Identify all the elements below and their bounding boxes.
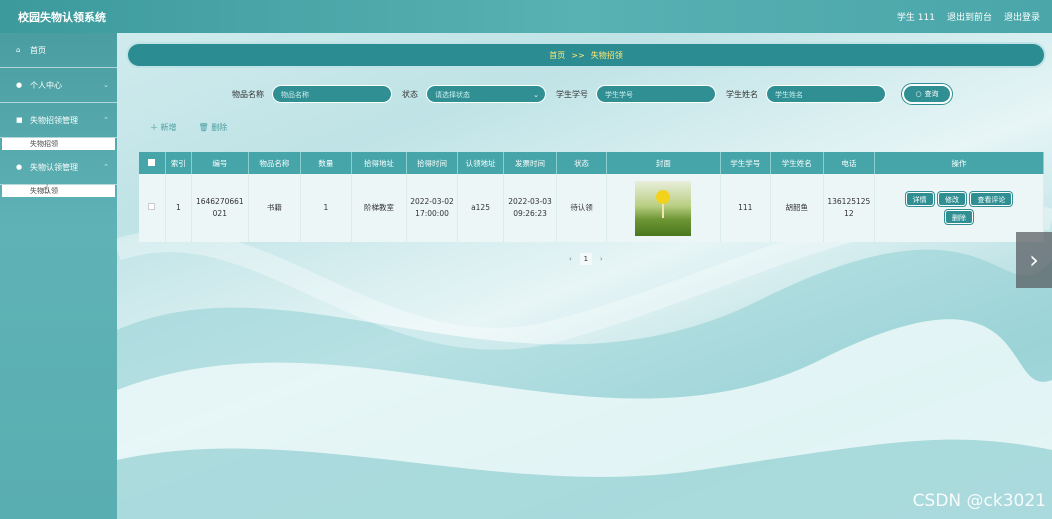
- breadcrumb-home[interactable]: 首页: [549, 50, 565, 61]
- column-header: 状态: [556, 152, 608, 174]
- cell-claim-address: a125: [457, 174, 505, 242]
- search-button-label: 查询: [924, 90, 939, 98]
- column-header: 数量: [300, 152, 352, 174]
- sidebar-item-label: 失物认领管理: [30, 162, 78, 172]
- sidebar-item-lost-found[interactable]: ■ 失物招领管理 ⌃: [0, 103, 117, 138]
- logout-link[interactable]: 退出登录: [1004, 10, 1040, 23]
- top-bar: 校园失物认领系统 学生 111 退出到前台 退出登录: [0, 0, 1052, 33]
- cell-publish-time: 2022-03-03 09:26:23: [503, 174, 557, 242]
- background-wave: [113, 199, 1052, 519]
- chevron-up-icon: ⌃: [103, 163, 109, 171]
- batch-delete-button[interactable]: 🗑 删除: [199, 122, 228, 133]
- search-button[interactable]: ○ 查询: [902, 84, 952, 104]
- column-header: 学生学号: [720, 152, 772, 174]
- app-title: 校园失物认领系统: [18, 11, 106, 24]
- user-icon: ●: [16, 81, 23, 89]
- pagination: ‹ 1 ›: [569, 253, 603, 265]
- breadcrumb-separator: >>: [571, 50, 585, 60]
- user-icon: ●: [16, 163, 23, 171]
- table-header-row: 索引 编号 物品名称 数量 拾得地址 拾得时间 认领地址 发票时间 状态 封面 …: [139, 152, 1044, 174]
- add-button-label: 新增: [160, 123, 177, 132]
- sidebar-item-label: 个人中心: [30, 80, 62, 90]
- delete-button[interactable]: 删除: [945, 210, 974, 224]
- column-header: 封面: [606, 152, 721, 174]
- cell-code: 1646270661021: [191, 174, 249, 242]
- column-header: 电话: [823, 152, 876, 174]
- home-icon: ⌂: [16, 46, 21, 54]
- search-icon: ○: [915, 90, 922, 98]
- back-to-front-link[interactable]: 退出到前台: [947, 10, 992, 23]
- student-no-label: 学生学号: [556, 89, 588, 99]
- sidebar-item-claim[interactable]: ● 失物认领管理 ⌃: [0, 150, 117, 185]
- column-header: 索引: [165, 152, 193, 174]
- sidebar: ⌂ 首页 ● 个人中心 ⌄ ■ 失物招领管理 ⌃ 失物招领 ● 失物认领管理 ⌃…: [0, 33, 117, 519]
- chevron-up-icon: ⌃: [103, 116, 109, 124]
- view-comments-button[interactable]: 查看评论: [970, 192, 1013, 206]
- status-select[interactable]: 请选择状态 ⌄: [426, 85, 546, 103]
- add-button[interactable]: ＋ 新增: [150, 122, 177, 133]
- row-checkbox[interactable]: [139, 174, 166, 242]
- column-header: 发票时间: [503, 152, 557, 174]
- sidebar-item-home[interactable]: ⌂ 首页: [0, 33, 117, 68]
- cell-student-no: 111: [720, 174, 772, 242]
- sidebar-item-label: 失物招领管理: [30, 115, 78, 125]
- sidebar-item-label: 首页: [30, 45, 46, 55]
- next-page-button[interactable]: ›: [600, 255, 603, 263]
- column-header: 拾得地址: [351, 152, 408, 174]
- briefcase-icon: ■: [16, 116, 23, 124]
- user-label: 学生 111: [896, 13, 935, 23]
- hand-cursor-icon: ☝: [42, 182, 50, 196]
- column-header: 物品名称: [248, 152, 302, 174]
- watermark: CSDN @ck3021: [912, 491, 1046, 511]
- chevron-right-icon[interactable]: ›: [1016, 232, 1052, 288]
- table-row: 1 1646270661021 书籍 1 阶梯教室 2022-03-02 17:…: [139, 174, 1044, 242]
- chevron-down-icon: ⌄: [103, 81, 109, 89]
- chevron-down-icon: ⌄: [533, 91, 539, 99]
- cell-found-time: 2022-03-02 17:00:00: [406, 174, 458, 242]
- status-label: 状态: [402, 89, 418, 99]
- action-toolbar: ＋ 新增 🗑 删除: [150, 122, 227, 133]
- trash-icon: 🗑: [198, 123, 209, 132]
- student-no-input[interactable]: 学生学号: [596, 85, 716, 103]
- breadcrumb: 首页 >> 失物招领: [128, 44, 1044, 66]
- sidebar-subitem-claim[interactable]: 失物认领: [2, 185, 115, 197]
- cell-phone: 13612512512: [823, 174, 876, 242]
- top-links: 学生 111 退出到前台 退出登录: [897, 10, 1040, 23]
- item-name-label: 物品名称: [232, 89, 264, 99]
- cell-status: 待认领: [556, 174, 608, 242]
- cell-cover: [606, 174, 721, 242]
- sidebar-subitem-lost-found[interactable]: 失物招领: [2, 138, 115, 150]
- student-name-label: 学生姓名: [726, 89, 758, 99]
- lost-found-table: 索引 编号 物品名称 数量 拾得地址 拾得时间 认领地址 发票时间 状态 封面 …: [139, 152, 1044, 242]
- edit-button[interactable]: 修改: [938, 192, 967, 206]
- column-header: 拾得时间: [406, 152, 458, 174]
- cell-student-name: 胡韶鱼: [770, 174, 824, 242]
- select-all-checkbox[interactable]: [139, 152, 166, 174]
- column-header: 编号: [191, 152, 249, 174]
- plus-icon: ＋: [150, 123, 158, 132]
- cell-quantity: 1: [300, 174, 352, 242]
- status-select-placeholder: 请选择状态: [435, 91, 470, 99]
- prev-page-button[interactable]: ‹: [569, 255, 572, 263]
- item-name-input[interactable]: 物品名称: [272, 85, 392, 103]
- cell-item-name: 书籍: [248, 174, 302, 242]
- column-header: 学生姓名: [770, 152, 824, 174]
- search-bar: 物品名称 物品名称 状态 请选择状态 ⌄ 学生学号 学生学号 学生姓名 学生姓名…: [232, 84, 952, 104]
- column-header: 操作: [874, 152, 1044, 174]
- cell-found-address: 阶梯教室: [351, 174, 408, 242]
- breadcrumb-current: 失物招领: [590, 50, 623, 60]
- cell-index: 1: [165, 174, 193, 242]
- sidebar-item-profile[interactable]: ● 个人中心 ⌄: [0, 68, 117, 103]
- detail-button[interactable]: 详情: [905, 192, 934, 206]
- page-number[interactable]: 1: [579, 253, 592, 265]
- cover-image: [635, 180, 692, 236]
- student-name-input[interactable]: 学生姓名: [766, 85, 886, 103]
- column-header: 认领地址: [457, 152, 505, 174]
- batch-delete-label: 删除: [211, 123, 228, 132]
